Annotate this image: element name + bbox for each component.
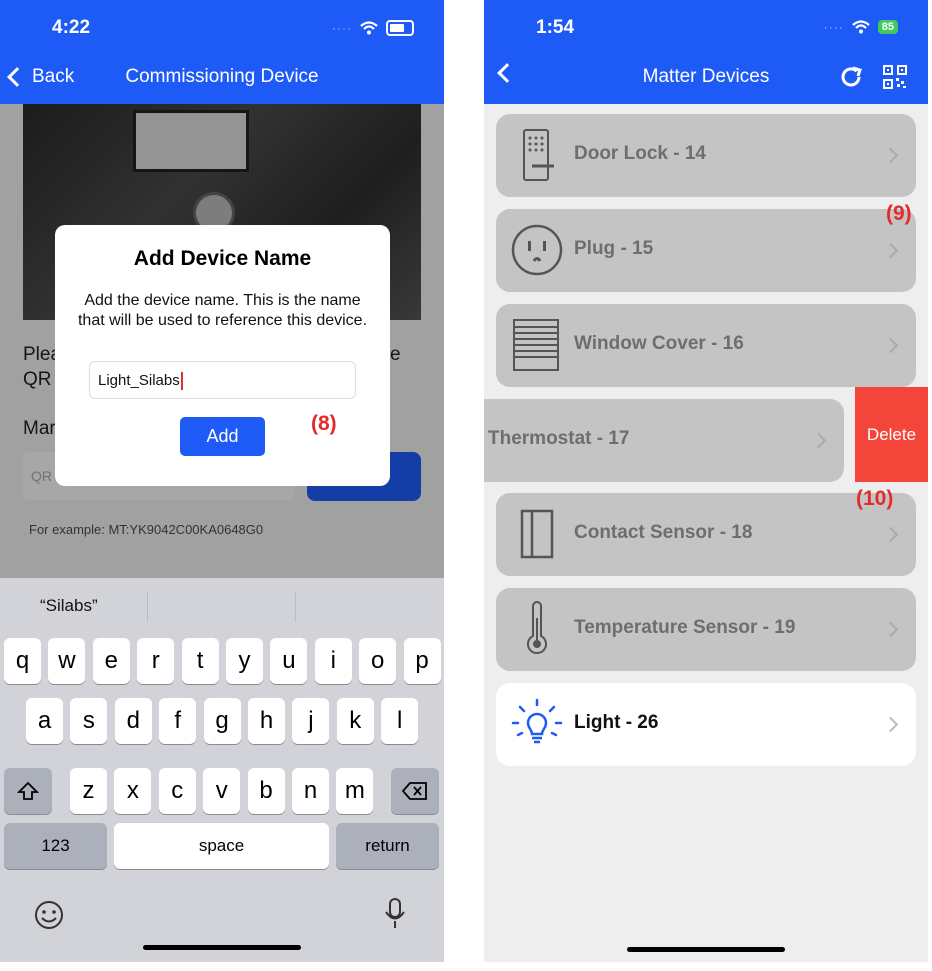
key-o[interactable]: o xyxy=(359,638,397,684)
dialog-message: Add the device name. This is the name th… xyxy=(77,292,368,329)
key-f[interactable]: f xyxy=(159,698,197,744)
delete-key[interactable] xyxy=(391,768,439,814)
key-n[interactable]: n xyxy=(292,768,329,814)
matter-devices-screen: 1:54 ···· 85 Matter Devices Door Lock - … xyxy=(484,0,928,962)
device-card-plug[interactable]: Plug - 15 xyxy=(496,209,916,292)
key-c[interactable]: c xyxy=(158,768,196,814)
annotation-9: (9) xyxy=(886,202,912,225)
text-cursor xyxy=(180,372,183,391)
device-label: Thermostat - 17 xyxy=(488,428,630,449)
key-r[interactable]: r xyxy=(137,638,175,684)
status-time: 4:22 xyxy=(52,17,91,38)
device-label: Contact Sensor - 18 xyxy=(574,522,753,543)
thermometer-icon xyxy=(527,601,547,655)
commissioning-screen: Plea QR e Mar QR For example: MT:YK9042C… xyxy=(0,0,444,962)
signal-icon-right: ···· xyxy=(823,20,844,34)
emoji-icon[interactable] xyxy=(33,899,65,931)
device-card-light[interactable]: Light - 26 xyxy=(496,683,916,766)
home-indicator xyxy=(143,945,301,950)
battery-level: 85 xyxy=(877,20,898,34)
nav-actions xyxy=(838,64,908,90)
key-k[interactable]: k xyxy=(336,698,374,744)
device-label: Door Lock - 14 xyxy=(574,143,706,164)
signal-icon: ···· xyxy=(332,21,352,35)
microphone-icon[interactable] xyxy=(383,897,407,931)
key-v[interactable]: v xyxy=(203,768,241,814)
key-y[interactable]: y xyxy=(226,638,263,684)
key-w[interactable]: w xyxy=(48,638,86,684)
key-j[interactable]: j xyxy=(292,698,330,744)
device-card-window-cover[interactable]: Window Cover - 16 xyxy=(496,304,916,387)
device-label: Temperature Sensor - 19 xyxy=(574,617,796,638)
space-key[interactable]: space xyxy=(114,823,329,869)
chevron-right-icon xyxy=(882,526,899,543)
status-time-right: 1:54 xyxy=(536,17,575,38)
keyboard: “Silabs” qwertyuiop asdfghjkl zxcvbnm 12… xyxy=(0,578,444,962)
key-l[interactable]: l xyxy=(381,698,419,744)
delete-button[interactable]: Delete xyxy=(855,387,928,482)
nav-bar-right: 1:54 ···· 85 Matter Devices xyxy=(484,0,928,104)
key-s[interactable]: s xyxy=(70,698,108,744)
key-q[interactable]: q xyxy=(4,638,41,684)
device-label: Window Cover - 16 xyxy=(574,333,744,354)
suggestion-item[interactable]: “Silabs” xyxy=(40,596,98,616)
add-button[interactable]: Add xyxy=(180,417,265,456)
key-d[interactable]: d xyxy=(114,698,152,744)
door-lock-icon xyxy=(523,129,554,181)
backspace-icon xyxy=(401,782,427,800)
key-p[interactable]: p xyxy=(403,638,441,684)
key-b[interactable]: b xyxy=(247,768,285,814)
device-card-contact-sensor[interactable]: Contact Sensor - 18 xyxy=(496,493,916,576)
device-name-value: Light_Silabs xyxy=(98,372,180,389)
dialog-title: Add Device Name xyxy=(133,247,312,270)
device-name-input[interactable]: Light_Silabs xyxy=(89,361,356,399)
chevron-right-icon xyxy=(882,716,899,733)
key-z[interactable]: z xyxy=(70,768,107,814)
device-label: Light - 26 xyxy=(574,712,659,733)
plug-icon xyxy=(511,224,563,276)
chevron-right-icon xyxy=(810,432,827,449)
wifi-icon-right xyxy=(852,20,870,34)
device-card-temperature-sensor[interactable]: Temperature Sensor - 19 xyxy=(496,588,916,671)
annotation-8: (8) xyxy=(311,412,337,435)
suggestion-bar: “Silabs” xyxy=(0,578,444,634)
numbers-key[interactable]: 123 xyxy=(4,823,107,869)
return-key[interactable]: return xyxy=(336,823,439,869)
status-icons: ···· xyxy=(332,20,414,36)
device-card-thermostat[interactable]: Thermostat - 17 xyxy=(484,399,844,482)
key-i[interactable]: i xyxy=(314,638,352,684)
key-h[interactable]: h xyxy=(248,698,285,744)
key-a[interactable]: a xyxy=(26,698,63,744)
device-card-door-lock[interactable]: Door Lock - 14 xyxy=(496,114,916,197)
shift-icon xyxy=(16,781,40,800)
key-t[interactable]: t xyxy=(181,638,219,684)
key-m[interactable]: m xyxy=(336,768,374,814)
chevron-right-icon xyxy=(882,242,899,259)
device-label: Plug - 15 xyxy=(574,238,654,259)
contact-sensor-icon xyxy=(520,509,554,559)
status-icons-right: ···· 85 xyxy=(824,20,898,34)
light-bulb-icon xyxy=(511,698,563,744)
nav-bar: 4:22 ···· Back Commissioning Device xyxy=(0,0,444,104)
page-title: Commissioning Device xyxy=(125,66,319,87)
add-device-name-dialog: Add Device Name Add the device name. Thi… xyxy=(55,225,390,486)
example-text: For example: MT:YK9042C00KA0648G0 xyxy=(29,522,264,537)
shift-key[interactable] xyxy=(4,768,52,814)
key-u[interactable]: u xyxy=(270,638,308,684)
qr-scan-icon[interactable] xyxy=(882,64,908,90)
battery-icon xyxy=(386,20,414,36)
chevron-right-icon xyxy=(882,147,899,164)
chevron-right-icon xyxy=(882,621,899,638)
window-cover-icon xyxy=(513,319,559,371)
chevron-right-icon xyxy=(882,337,899,354)
key-x[interactable]: x xyxy=(114,768,152,814)
refresh-icon[interactable] xyxy=(838,64,864,90)
home-indicator-right xyxy=(627,947,785,952)
key-e[interactable]: e xyxy=(92,638,130,684)
annotation-10: (10) xyxy=(856,487,894,510)
key-g[interactable]: g xyxy=(203,698,241,744)
wifi-icon xyxy=(360,21,378,35)
